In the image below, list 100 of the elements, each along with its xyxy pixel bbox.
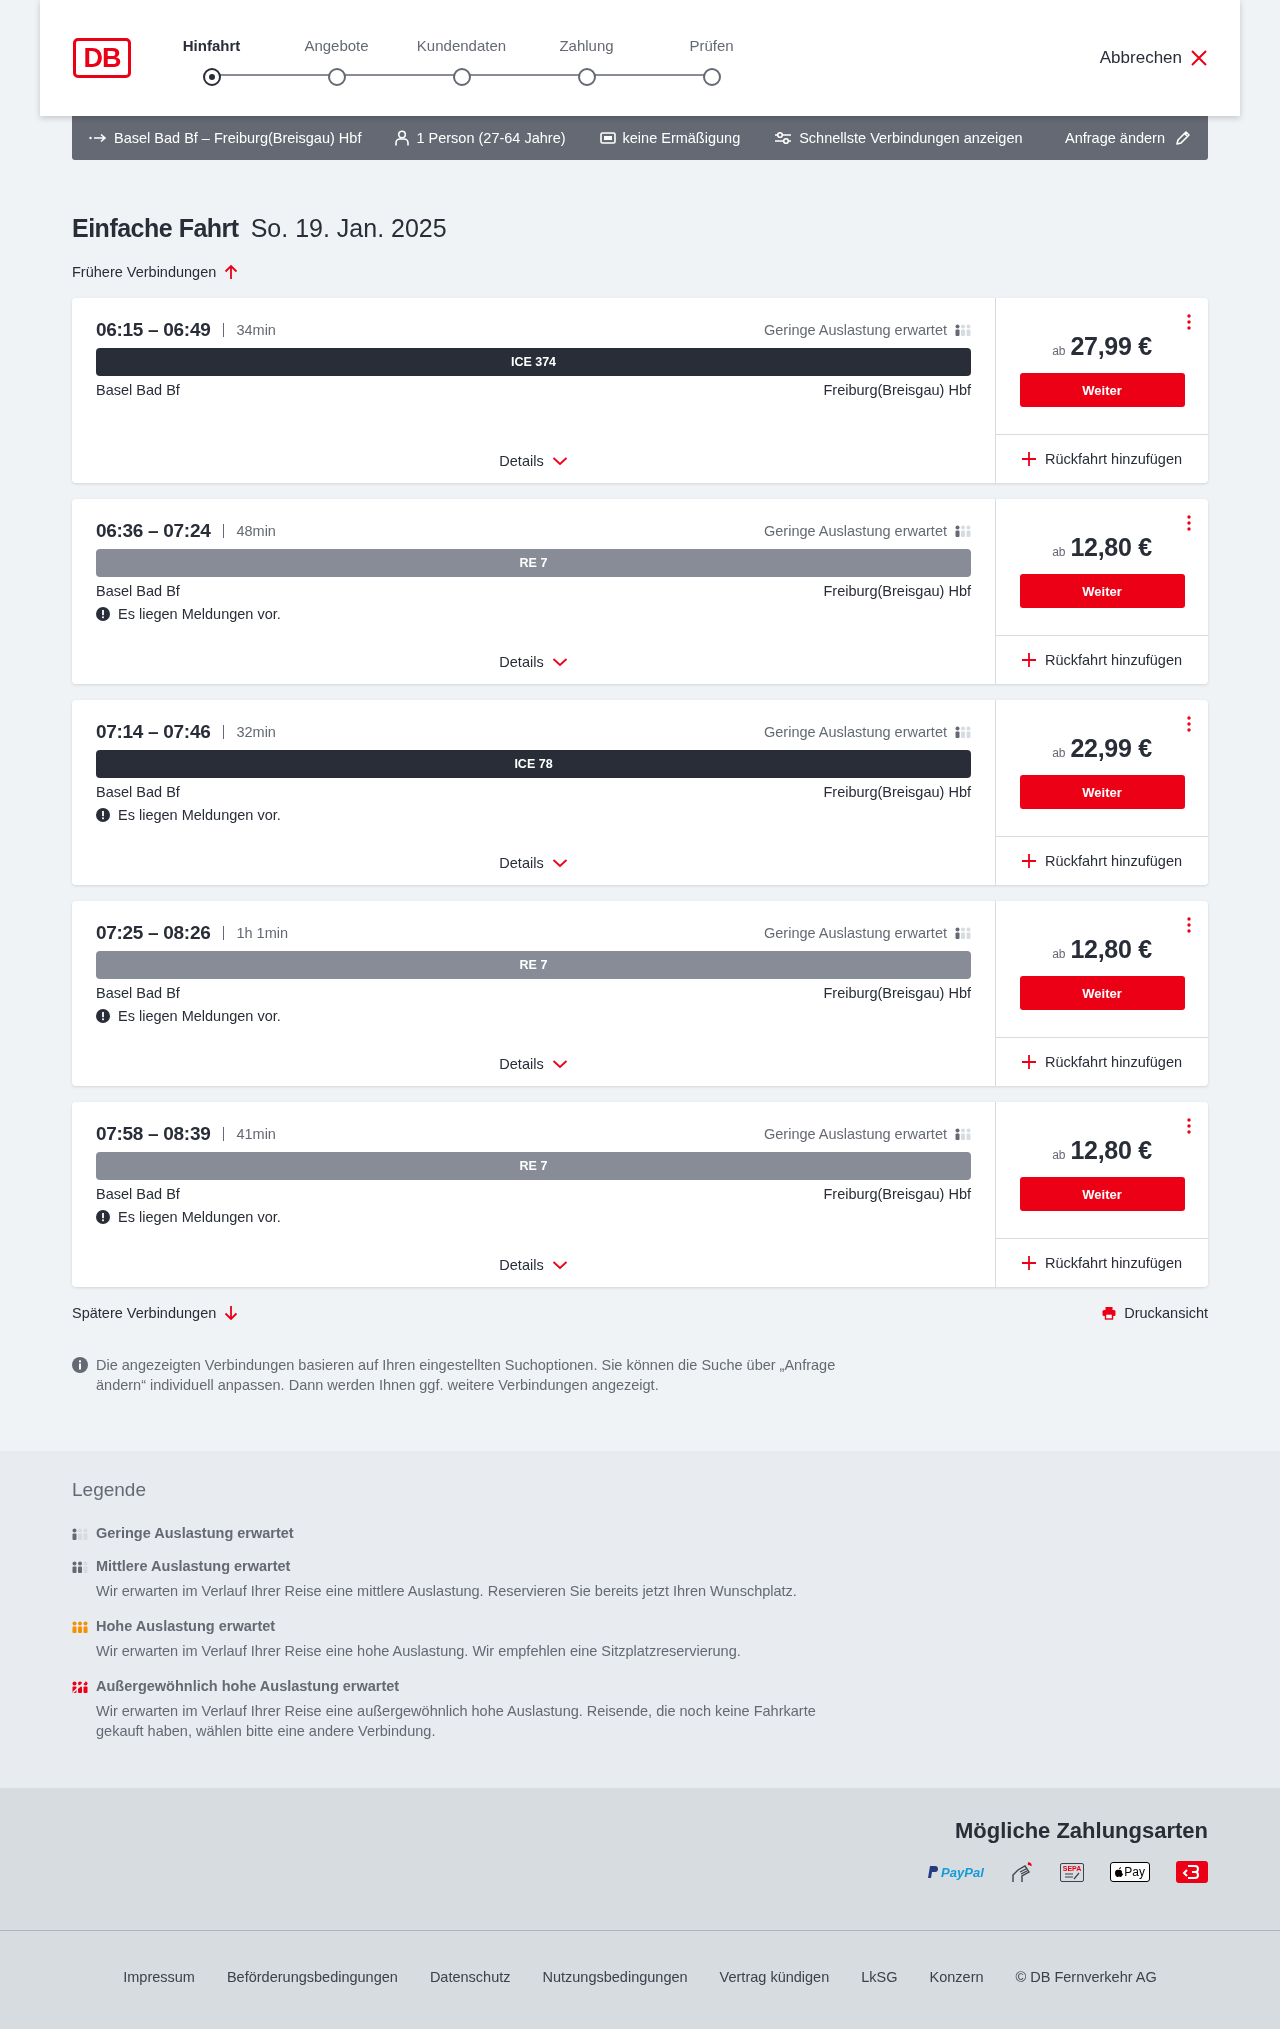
- footer-link[interactable]: LkSG: [861, 1969, 898, 1985]
- plus-icon: [1022, 653, 1036, 667]
- warning-icon: [96, 1009, 110, 1023]
- warning-icon: [96, 607, 110, 621]
- departure-arrival-times: 06:36 – 07:24: [96, 520, 211, 542]
- departure-station: Basel Bad Bf: [96, 382, 180, 398]
- departure-arrival-times: 07:58 – 08:39: [96, 1123, 211, 1145]
- more-options-icon[interactable]: [1187, 515, 1191, 531]
- continue-button[interactable]: Weiter: [1019, 373, 1185, 407]
- continue-button[interactable]: Weiter: [1019, 1177, 1185, 1211]
- price: 22,99 €: [1070, 734, 1152, 763]
- route-summary: Basel Bad Bf – Freiburg(Breisgau) Hbf: [89, 130, 362, 146]
- step-label: Kundendaten: [416, 36, 507, 55]
- arrow-up-icon: [224, 264, 239, 280]
- add-return-button[interactable]: Rückfahrt hinzufügen: [996, 1239, 1208, 1287]
- notice-text: Es liegen Meldungen vor.: [118, 606, 281, 622]
- footer-link[interactable]: Nutzungsbedingungen: [542, 1969, 688, 1985]
- more-options-icon[interactable]: [1187, 1118, 1191, 1134]
- arrival-station: Freiburg(Breisgau) Hbf: [823, 985, 971, 1001]
- departure-arrival-times: 07:14 – 07:46: [96, 721, 211, 743]
- add-return-button[interactable]: Rückfahrt hinzufügen: [996, 636, 1208, 684]
- footer-link[interactable]: Impressum: [123, 1969, 195, 1985]
- occupancy-text: Geringe Auslastung erwartet: [764, 724, 947, 740]
- info-icon: [72, 1357, 88, 1373]
- duration: 32min: [236, 724, 276, 740]
- plus-icon: [1022, 1256, 1036, 1270]
- details-toggle[interactable]: Details: [499, 1257, 568, 1273]
- price: 12,80 €: [1070, 533, 1152, 562]
- step-label: Hinfahrt: [182, 36, 241, 55]
- details-toggle[interactable]: Details: [499, 654, 568, 670]
- add-return-button[interactable]: Rückfahrt hinzufügen: [996, 435, 1208, 483]
- add-return-button[interactable]: Rückfahrt hinzufügen: [996, 1038, 1208, 1086]
- more-options-icon[interactable]: [1187, 716, 1191, 732]
- arrival-station: Freiburg(Breisgau) Hbf: [823, 784, 971, 800]
- paypal-logo: PayPal: [926, 1864, 984, 1880]
- chevron-down-icon: [551, 1059, 568, 1069]
- footer-link[interactable]: Beförderungsbedingungen: [226, 1969, 398, 1985]
- arrival-station: Freiburg(Breisgau) Hbf: [823, 1186, 971, 1202]
- price-prefix: ab: [1052, 947, 1066, 961]
- legend-description: Wir erwarten im Verlauf Ihrer Reise eine mittlere Auslastung. Reservieren Sie bereits jetzt Ihren Wunschplatz.: [96, 1582, 798, 1601]
- db-bonus-icon: [1176, 1861, 1208, 1883]
- footer-link[interactable]: Konzern: [929, 1969, 984, 1985]
- departure-station: Basel Bad Bf: [96, 1186, 180, 1202]
- legend-title: Mittlere Auslastung erwartet: [96, 1558, 292, 1574]
- cancel-button[interactable]: Abbrechen: [1099, 48, 1208, 68]
- edit-search-button[interactable]: Anfrage ändern: [1065, 130, 1191, 146]
- footer-link[interactable]: © DB Fernverkehr AG: [1015, 1969, 1157, 1985]
- footer-link[interactable]: Datenschutz: [429, 1969, 511, 1985]
- price-prefix: ab: [1052, 746, 1066, 760]
- details-toggle[interactable]: Details: [499, 855, 568, 871]
- contactless-card-icon: [1009, 1860, 1034, 1884]
- logo[interactable]: DB: [73, 38, 131, 78]
- warning-icon: [96, 1210, 110, 1224]
- price-prefix: ab: [1052, 1148, 1066, 1162]
- price-prefix: ab: [1052, 545, 1066, 559]
- footer-link[interactable]: Vertrag kündigen: [719, 1969, 830, 1985]
- occupancy-text: Geringe Auslastung erwartet: [764, 322, 947, 338]
- notice-text: Es liegen Meldungen vor.: [118, 1209, 281, 1225]
- print-view-link[interactable]: Druckansicht: [1102, 1305, 1208, 1321]
- continue-button[interactable]: Weiter: [1019, 775, 1185, 809]
- departure-station: Basel Bad Bf: [96, 583, 180, 599]
- pencil-icon: [1175, 130, 1191, 146]
- payment-heading: Mögliche Zahlungsarten: [954, 1818, 1208, 1844]
- legend-title: Außergewöhnlich hohe Auslastung erwartet: [96, 1678, 401, 1694]
- warning-icon: [96, 808, 110, 822]
- price: 27,99 €: [1070, 332, 1152, 361]
- plus-icon: [1022, 854, 1036, 868]
- details-toggle[interactable]: Details: [499, 1056, 568, 1072]
- departure-arrival-times: 07:25 – 08:26: [96, 922, 211, 944]
- step-label: Angebote: [304, 36, 369, 55]
- duration: 34min: [236, 322, 276, 338]
- legend-title: Hohe Auslastung erwartet: [96, 1618, 277, 1634]
- info-text: Die angezeigten Verbindungen basieren auf Ihren eingestellten Suchoptionen. Sie können die Suche über „Anfrage ändern“ individuell anpassen. Dann werden Ihnen ggf. weitere Verbindungen angezeigt.: [96, 1356, 837, 1395]
- discount-summary: keine Ermäßigung: [599, 130, 741, 146]
- train-bar[interactable]: ICE 78: [96, 750, 971, 778]
- printer-icon: [1102, 1306, 1117, 1320]
- details-toggle[interactable]: Details: [499, 453, 568, 469]
- trip-date: So. 19. Jan. 2025: [250, 214, 447, 243]
- sliders-icon: [774, 131, 793, 145]
- chevron-down-icon: [551, 456, 568, 466]
- train-bar[interactable]: ICE 374: [96, 348, 971, 376]
- notice-text: Es liegen Meldungen vor.: [118, 807, 281, 823]
- occupancy-text: Geringe Auslastung erwartet: [764, 1126, 947, 1142]
- continue-button[interactable]: Weiter: [1019, 574, 1185, 608]
- continue-button[interactable]: Weiter: [1019, 976, 1185, 1010]
- step-label: Zahlung: [559, 36, 614, 55]
- more-options-icon[interactable]: [1187, 314, 1191, 330]
- legend-description: Wir erwarten im Verlauf Ihrer Reise eine hohe Auslastung. Wir empfehlen eine Sitzplatzreservierung.: [96, 1642, 742, 1661]
- later-connections-link[interactable]: Spätere Verbindungen: [72, 1305, 239, 1321]
- add-return-button[interactable]: Rückfahrt hinzufügen: [996, 837, 1208, 885]
- more-options-icon[interactable]: [1187, 917, 1191, 933]
- step-label: Prüfen: [689, 36, 734, 55]
- departure-arrival-times: 06:15 – 06:49: [96, 319, 211, 341]
- card-icon: [599, 132, 616, 144]
- chevron-down-icon: [551, 858, 568, 868]
- earlier-connections-link[interactable]: Frühere Verbindungen: [72, 264, 239, 280]
- passenger-summary: 1 Person (27-64 Jahre): [395, 130, 566, 146]
- legend-description: Wir erwarten im Verlauf Ihrer Reise eine außergewöhnlich hohe Auslastung. Reisende, die noch keine Fahrkarte gekauft haben, wählen bitte eine andere Verbindung.: [96, 1702, 817, 1741]
- occupancy-text: Geringe Auslastung erwartet: [764, 925, 947, 941]
- legend-heading: Legende: [72, 1479, 147, 1501]
